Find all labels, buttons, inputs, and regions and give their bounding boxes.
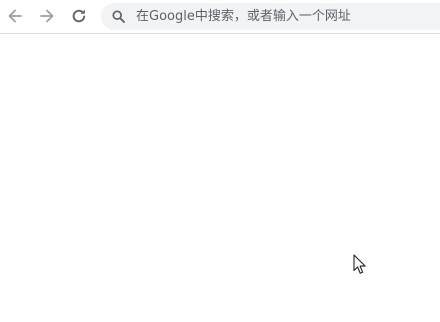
reload-icon [72,9,86,23]
address-bar-placeholder: 在Google中搜索，或者输入一个网址 [136,9,351,24]
forward-button[interactable] [36,5,58,27]
page-content [0,34,440,322]
arrow-right-icon [40,9,54,23]
browser-toolbar: 在Google中搜索，或者输入一个网址 [0,0,440,34]
arrow-left-icon [8,9,22,23]
mouse-cursor-icon [353,254,366,274]
address-bar[interactable]: 在Google中搜索，或者输入一个网址 [101,3,440,30]
reload-button[interactable] [68,5,90,27]
back-button[interactable] [4,5,26,27]
search-icon [112,10,125,23]
